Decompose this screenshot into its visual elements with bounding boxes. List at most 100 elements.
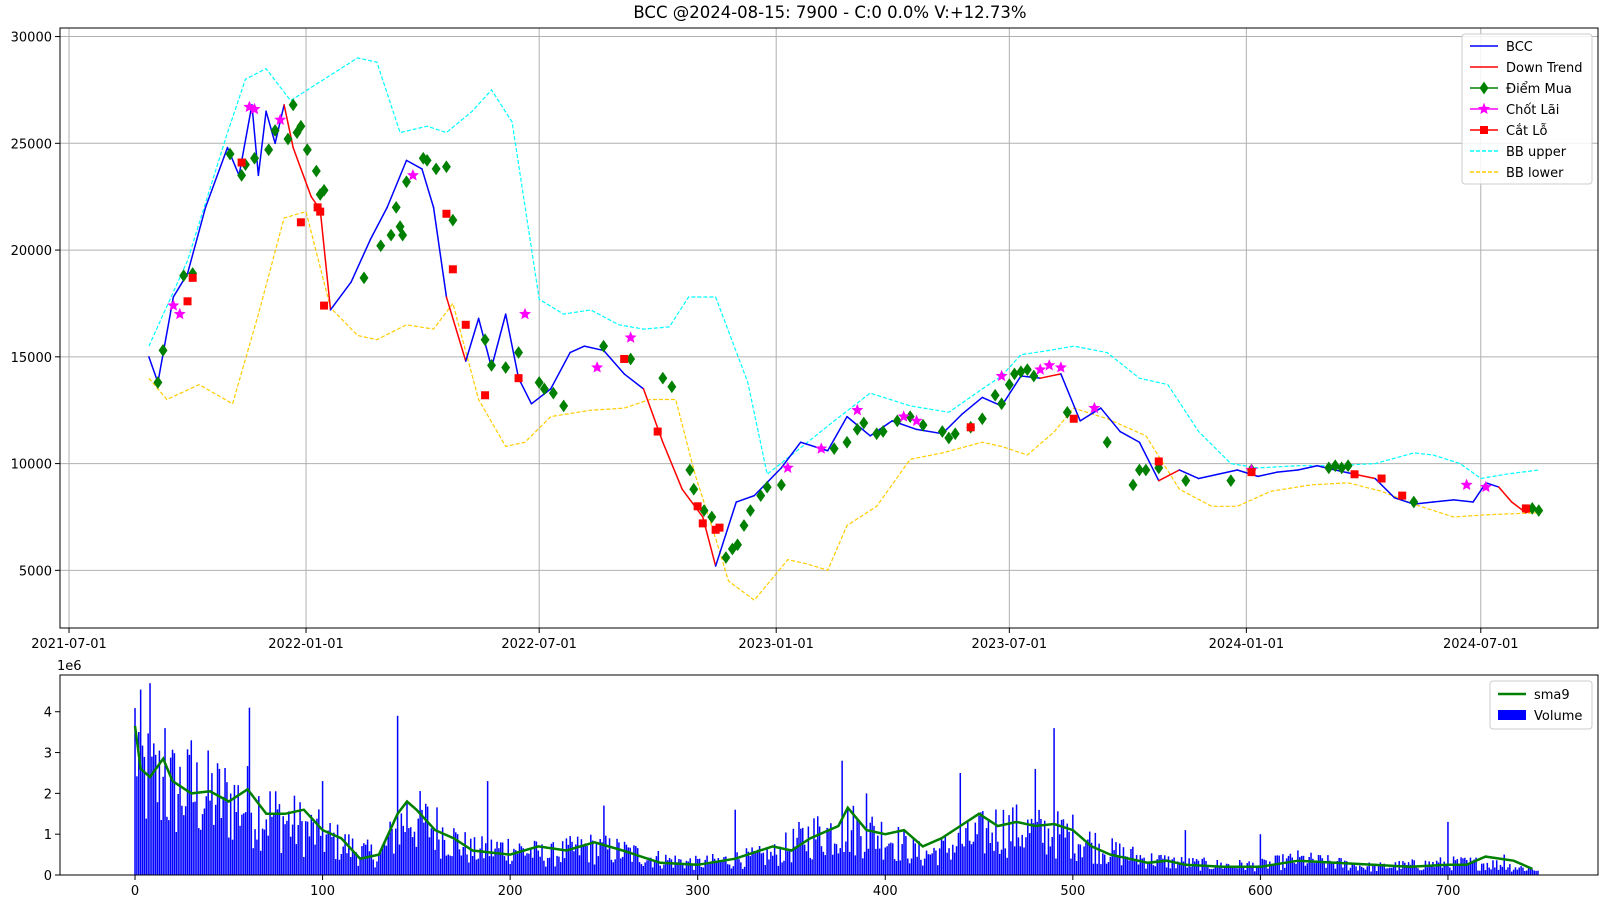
volume-bar bbox=[1248, 861, 1250, 875]
volume-bar bbox=[396, 715, 399, 875]
volume-bar bbox=[927, 854, 930, 875]
volume-bar bbox=[1407, 862, 1410, 875]
volume-bar bbox=[1349, 867, 1352, 875]
volume-bar bbox=[1073, 853, 1076, 875]
y-tick-label: 15000 bbox=[11, 351, 52, 366]
volume-bar bbox=[364, 844, 367, 875]
volume-bar bbox=[895, 861, 898, 875]
volume-bar bbox=[336, 824, 339, 875]
volume-bar bbox=[730, 868, 733, 875]
buy-marker bbox=[1010, 367, 1019, 381]
volume-bar bbox=[1525, 870, 1528, 875]
volume-bar bbox=[606, 849, 609, 875]
y-tick-label: 3 bbox=[44, 747, 52, 762]
volume-bar bbox=[1224, 868, 1226, 875]
price-segment bbox=[1197, 473, 1219, 480]
volume-bar bbox=[546, 858, 549, 875]
take-profit-marker bbox=[274, 113, 287, 125]
buy-marker bbox=[689, 482, 699, 496]
stop-loss-marker bbox=[698, 519, 707, 528]
volume-bar bbox=[771, 855, 774, 875]
volume-bar bbox=[616, 838, 618, 875]
volume-bar bbox=[828, 828, 830, 875]
volume-bar bbox=[1025, 837, 1027, 875]
volume-bar bbox=[1366, 866, 1369, 875]
volume-bar bbox=[1143, 857, 1145, 875]
volume-bar bbox=[820, 846, 823, 875]
volume-bar bbox=[922, 865, 924, 875]
volume-bar bbox=[745, 848, 748, 875]
volume-bar bbox=[1113, 850, 1115, 875]
volume-bar bbox=[884, 847, 887, 875]
volume-bar bbox=[582, 844, 585, 875]
take-profit-marker bbox=[1034, 363, 1047, 375]
volume-bar bbox=[259, 850, 262, 875]
volume-bar bbox=[269, 791, 271, 875]
volume-bar bbox=[1081, 857, 1083, 875]
price-legend: BCC Down Trend Điểm Mua Chốt Lãi Cắt Lỗ BB up… bbox=[1461, 33, 1593, 185]
volume-bar bbox=[1295, 863, 1297, 875]
stop-loss-marker bbox=[1069, 414, 1078, 423]
buy-marker bbox=[859, 416, 869, 430]
volume-bar bbox=[721, 860, 723, 875]
volume-bar bbox=[402, 825, 404, 875]
volume-bar bbox=[1319, 855, 1322, 875]
volume-bar bbox=[997, 841, 999, 875]
volume-bar bbox=[1117, 855, 1119, 875]
volume-bar bbox=[1152, 865, 1155, 875]
volume-bar bbox=[955, 846, 958, 875]
buy-marker bbox=[937, 425, 947, 438]
buy-marker bbox=[179, 269, 189, 283]
stop-loss-marker bbox=[442, 209, 451, 218]
volume-bar bbox=[222, 796, 224, 875]
y-tick-label: 0 bbox=[44, 869, 52, 884]
buy-marker bbox=[501, 361, 511, 374]
volume-bar bbox=[153, 743, 155, 875]
volume-bar bbox=[543, 860, 545, 875]
buy-marker bbox=[225, 147, 235, 161]
volume-bar bbox=[361, 846, 363, 875]
volume-bar bbox=[516, 853, 519, 875]
volume-bar bbox=[1490, 869, 1492, 875]
stop-loss-marker bbox=[188, 273, 197, 282]
volume-bar bbox=[929, 854, 932, 875]
volume-bar bbox=[1362, 867, 1365, 875]
volume-bar bbox=[1128, 860, 1130, 875]
volume-bar bbox=[1340, 858, 1342, 875]
buy-marker bbox=[878, 425, 888, 438]
volume-bar bbox=[1419, 870, 1421, 875]
volume-bar bbox=[378, 854, 380, 875]
volume-bar bbox=[1304, 865, 1307, 875]
volume-bar bbox=[1377, 865, 1380, 875]
volume-bar bbox=[490, 839, 493, 875]
volume-bar bbox=[800, 828, 802, 875]
price-segment bbox=[329, 281, 352, 311]
buy-marker bbox=[990, 388, 1000, 402]
volume-bar bbox=[139, 689, 142, 875]
volume-bar bbox=[1032, 823, 1035, 875]
buy-marker bbox=[288, 98, 298, 112]
volume-bar bbox=[953, 852, 956, 875]
volume-bar bbox=[1137, 864, 1140, 875]
volume-bar bbox=[434, 849, 436, 875]
volume-bar bbox=[573, 851, 575, 875]
volume-bar bbox=[411, 837, 414, 875]
volume-bar bbox=[164, 728, 166, 875]
volume-bar bbox=[258, 796, 260, 875]
volume-bar bbox=[1390, 867, 1393, 875]
volume-bar bbox=[1355, 866, 1357, 875]
volume-bar bbox=[333, 832, 335, 875]
y-tick-label: 30000 bbox=[11, 31, 52, 46]
volume-bar bbox=[1464, 857, 1466, 875]
volume-bar bbox=[1456, 859, 1459, 875]
price-segment bbox=[1100, 407, 1121, 433]
volume-bar bbox=[1494, 867, 1496, 875]
stop-loss-marker bbox=[448, 265, 457, 274]
buy-marker bbox=[1022, 363, 1032, 377]
volume-bar bbox=[738, 859, 740, 875]
volume-bar bbox=[423, 822, 425, 875]
volume-bar bbox=[563, 858, 566, 875]
volume-bar bbox=[473, 837, 476, 875]
volume-bar bbox=[1422, 869, 1425, 875]
volume-bar bbox=[1396, 870, 1399, 875]
